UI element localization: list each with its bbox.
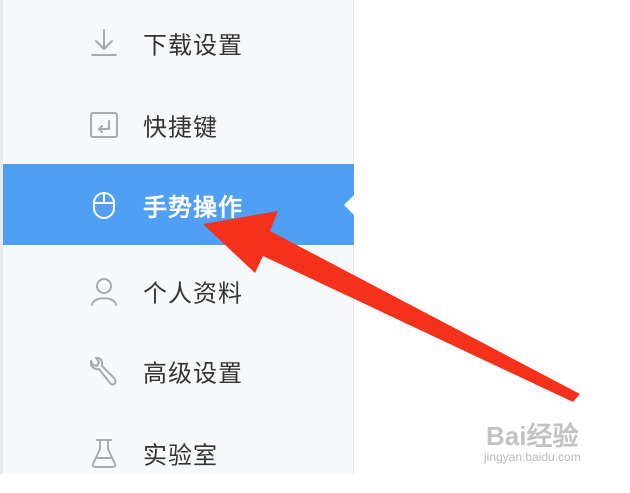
flask-icon	[87, 436, 121, 470]
user-icon	[87, 274, 121, 308]
sidebar-item-label: 快捷键	[143, 113, 218, 141]
sidebar-item-label: 高级设置	[143, 359, 243, 387]
wrench-icon	[87, 354, 121, 388]
sidebar-item-label: 个人资料	[143, 279, 243, 307]
sidebar-item-download-settings[interactable]: 下载设置	[3, 2, 354, 83]
sidebar-item-labs[interactable]: 实验室	[3, 412, 354, 493]
sidebar-item-label: 实验室	[143, 441, 218, 469]
download-icon	[87, 26, 121, 60]
settings-sidebar: 下载设置 快捷键 手势操作 个人资料 高级设置 实验室	[3, 0, 355, 474]
sidebar-item-advanced-settings[interactable]: 高级设置	[3, 330, 354, 411]
watermark: Bai经验 jingyan.baidu.com	[478, 412, 626, 468]
mouse-icon	[87, 188, 121, 222]
sidebar-item-shortcuts[interactable]: 快捷键	[3, 84, 354, 165]
sidebar-item-profile[interactable]: 个人资料	[3, 250, 354, 331]
keyboard-shortcut-icon	[87, 108, 121, 142]
sidebar-item-label: 手势操作	[143, 193, 243, 221]
watermark-logo-text: Bai经验	[486, 421, 579, 451]
sidebar-item-gestures[interactable]: 手势操作	[3, 164, 355, 245]
sidebar-item-label: 下载设置	[143, 31, 243, 59]
active-indicator-notch	[344, 193, 355, 216]
watermark-url: jingyan.baidu.com	[484, 450, 581, 464]
